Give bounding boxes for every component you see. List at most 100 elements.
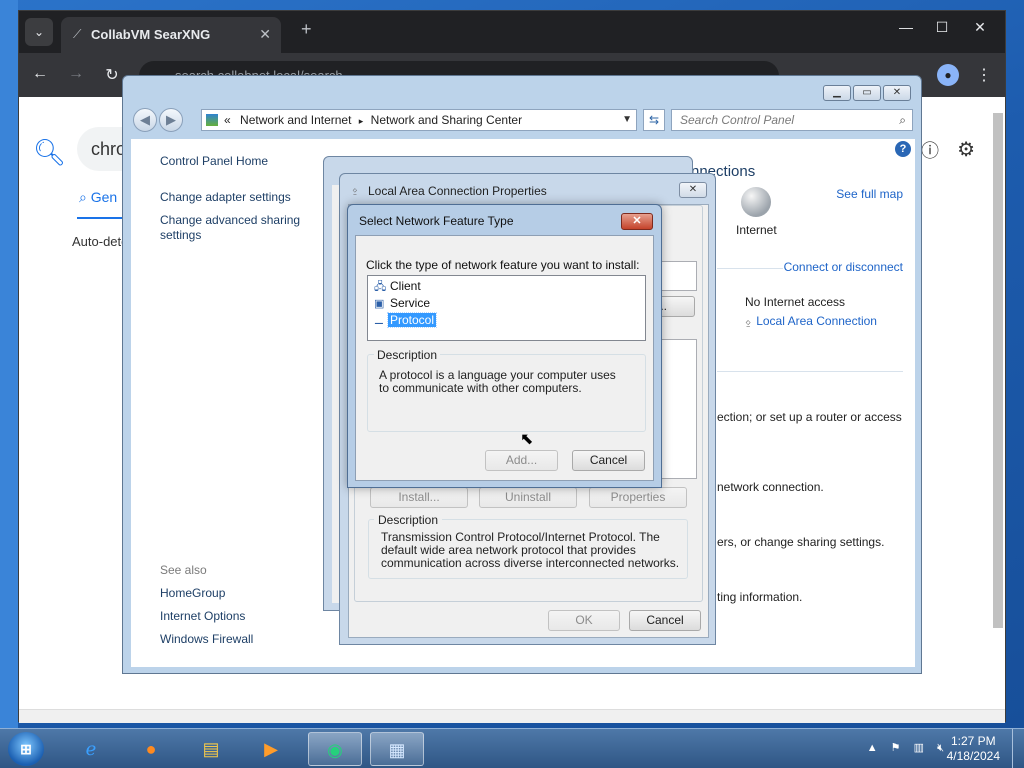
select-feature-close-button[interactable]: ✕: [621, 213, 653, 230]
magnifier-icon[interactable]: ⌕: [899, 110, 906, 130]
service-icon: ▣: [374, 298, 385, 310]
close-window-icon[interactable]: ✕: [965, 19, 995, 36]
setup-connection-text: ection; or set up a router or access: [717, 410, 902, 424]
breadcrumb-separator: ▸: [358, 116, 364, 126]
cp-search-placeholder: Search Control Panel: [680, 113, 795, 127]
network-adapter-icon: ⍚: [745, 314, 753, 328]
internet-explorer-icon[interactable]: ℯ: [64, 732, 118, 766]
internet-label: Internet: [736, 223, 777, 237]
client-icon: 🖧: [374, 281, 387, 293]
connect-disconnect-link[interactable]: Connect or disconnect: [784, 260, 903, 274]
cp-address-bar[interactable]: « Network and Internet ▸ Network and Sha…: [201, 109, 637, 131]
divider: [717, 268, 783, 269]
control-panel-taskbar-icon[interactable]: ▦: [370, 732, 424, 766]
sharing-settings-text: ers, or change sharing settings.: [717, 535, 885, 549]
breadcrumb-sharing-center[interactable]: Network and Sharing Center: [371, 113, 522, 127]
no-internet-access-label: No Internet access: [745, 295, 846, 309]
description-text: A protocol is a language your computer u…: [379, 368, 616, 395]
tray-expand-icon[interactable]: ▲: [867, 742, 878, 754]
clock[interactable]: 1:27 PM 4/18/2024: [947, 734, 1000, 764]
back-arrow-icon[interactable]: ◀: [133, 108, 157, 132]
firefox-icon[interactable]: ●: [124, 732, 178, 766]
select-feature-title: Select Network Feature Type: [359, 214, 514, 228]
page-scrollbar[interactable]: [993, 113, 1003, 628]
cp-minimize-button[interactable]: ▁: [823, 85, 851, 101]
see-also-heading: See also: [160, 563, 207, 577]
tab-general[interactable]: ⌕ Gen: [79, 189, 117, 206]
cancel-button[interactable]: Cancel: [629, 610, 701, 631]
list-item-label: Service: [390, 296, 431, 310]
network-icon[interactable]: ▥: [914, 742, 924, 754]
internet-options-link[interactable]: Internet Options: [160, 609, 245, 624]
list-item-client[interactable]: 🖧 Client: [374, 278, 423, 294]
control-panel-icon: [206, 114, 218, 126]
network-adapter-icon: ⍚: [352, 184, 359, 196]
close-tab-icon[interactable]: ✕: [259, 26, 271, 43]
file-explorer-icon[interactable]: ▤: [184, 732, 238, 766]
forward-icon[interactable]: →: [65, 65, 87, 83]
show-desktop-button[interactable]: [1012, 729, 1024, 768]
feature-type-list[interactable]: 🖧 Client ▣ Service ⚊ Protocol: [367, 275, 646, 341]
tab-title: CollabVM SearXNG: [91, 27, 211, 42]
lac-properties-close-button[interactable]: ✕: [679, 182, 707, 198]
change-adapter-settings-link[interactable]: Change adapter settings: [160, 190, 291, 205]
divider: [717, 371, 903, 372]
cp-search-input[interactable]: Search Control Panel ⌕: [671, 109, 913, 131]
reload-icon[interactable]: ↻: [101, 65, 123, 85]
mouse-cursor-icon: ⬉: [520, 431, 534, 448]
ok-button[interactable]: OK: [548, 610, 620, 631]
control-panel-home-link[interactable]: Control Panel Home: [160, 154, 268, 169]
list-item-label: Protocol: [386, 312, 438, 328]
select-feature-body: Click the type of network feature you wa…: [355, 235, 654, 481]
tab-general-label: Gen: [90, 189, 118, 205]
info-icon[interactable]: ⓘ: [921, 137, 939, 163]
cp-caption-buttons: ▁ ▭ ✕: [821, 84, 911, 101]
back-icon[interactable]: ←: [29, 65, 51, 83]
add-button[interactable]: Add...: [485, 450, 558, 471]
list-item-protocol[interactable]: ⚊ Protocol: [374, 312, 438, 328]
chrome-tab[interactable]: ⟋ CollabVM SearXNG ✕: [61, 17, 281, 53]
local-area-connection-link[interactable]: ⍚ Local Area Connection: [745, 314, 877, 329]
forward-arrow-icon[interactable]: ▶: [159, 108, 183, 132]
homegroup-link[interactable]: HomeGroup: [160, 586, 225, 601]
search-icon[interactable]: 🔍︎: [33, 137, 66, 168]
chrome-taskbar-icon[interactable]: ◉: [308, 732, 362, 766]
cp-maximize-button[interactable]: ▭: [853, 85, 881, 101]
taskbar: ⊞ ℯ ● ▤ ▶ ◉ ▦ ▲ ⚑ ▥ 🔇︎ 1:27 PM 4/18/2024: [0, 728, 1024, 768]
tab-list-chevron-icon[interactable]: ⌄: [25, 18, 53, 46]
flag-icon[interactable]: ⚑: [891, 742, 901, 754]
chrome-menu-icon[interactable]: ⋮: [973, 65, 995, 85]
help-icon[interactable]: ?: [895, 141, 911, 157]
change-advanced-sharing-link[interactable]: Change advanced sharing settings: [160, 213, 320, 243]
breadcrumb-prefix: «: [224, 113, 231, 127]
system-tray: ▲ ⚑ ▥ 🔇︎: [867, 741, 944, 755]
list-item-service[interactable]: ▣ Service: [374, 295, 432, 311]
gear-icon[interactable]: ⚙: [957, 137, 975, 162]
breadcrumb-network-internet[interactable]: Network and Internet: [240, 113, 351, 127]
cancel-button[interactable]: Cancel: [572, 450, 645, 471]
description-label: Description: [374, 348, 441, 362]
searxng-icon: ⟋: [73, 27, 82, 41]
new-tab-icon[interactable]: +: [301, 19, 312, 40]
select-feature-dialog: Select Network Feature Type ✕ Click the …: [347, 204, 662, 488]
see-full-map-link[interactable]: See full map: [836, 187, 903, 201]
cp-close-button[interactable]: ✕: [883, 85, 911, 101]
troubleshoot-text: ting information.: [717, 590, 803, 604]
media-player-icon[interactable]: ▶: [244, 732, 298, 766]
lac-properties-title: Local Area Connection Properties: [368, 184, 547, 198]
windows-firewall-link[interactable]: Windows Firewall: [160, 632, 253, 647]
address-dropdown-icon[interactable]: ▼: [622, 110, 632, 130]
clock-time: 1:27 PM: [950, 734, 996, 748]
cp-navbar: ◀ ▶ « Network and Internet ▸ Network and…: [131, 106, 915, 136]
minimize-icon[interactable]: —: [891, 19, 921, 35]
chrome-tabbar: ⌄ ⟋ CollabVM SearXNG ✕ + — ☐ ✕: [19, 11, 1005, 53]
refresh-icon[interactable]: ⇆: [643, 109, 665, 131]
profile-avatar-icon[interactable]: ●: [937, 64, 959, 86]
volume-muted-icon[interactable]: 🔇︎: [937, 742, 944, 754]
select-feature-prompt: Click the type of network feature you wa…: [366, 258, 640, 272]
start-button[interactable]: ⊞: [8, 732, 44, 766]
desktop-edge: [0, 0, 18, 728]
maximize-icon[interactable]: ☐: [927, 19, 957, 36]
horizontal-scrollbar[interactable]: [19, 709, 1005, 723]
connect-network-text: network connection.: [717, 480, 824, 494]
